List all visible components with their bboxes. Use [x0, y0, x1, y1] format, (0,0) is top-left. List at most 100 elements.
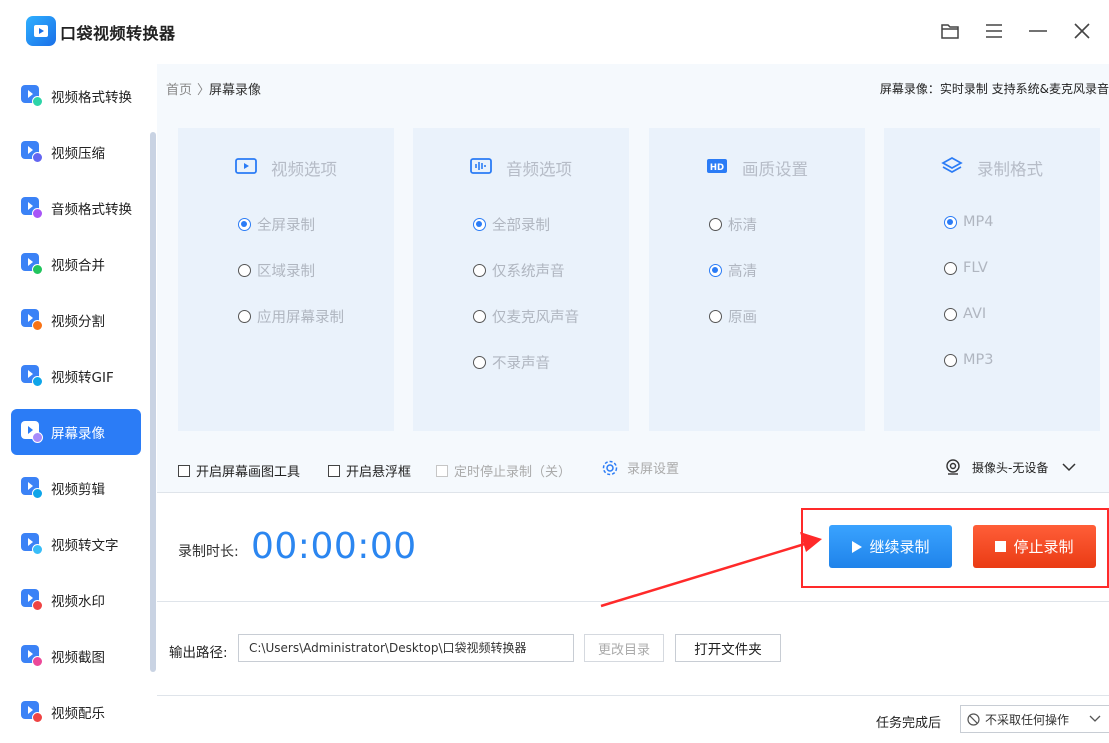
- audio-wave-icon: [470, 157, 492, 179]
- record-format-title: 录制格式: [977, 160, 1043, 179]
- sidebar-item[interactable]: 视频格式转换: [11, 73, 141, 119]
- sidebar-item[interactable]: 视频水印: [11, 577, 141, 623]
- sidebar-item-label: 屏幕录像: [51, 426, 105, 442]
- change-directory-button[interactable]: 更改目录: [584, 634, 664, 662]
- sidebar-item[interactable]: 视频分割: [11, 297, 141, 343]
- sidebar: 视频格式转换 视频压缩音频格式转换 视频合并视频分割视频转GIF 屏幕录像视频剪辑视频…: [0, 64, 157, 743]
- video-tool-icon: [21, 197, 43, 219]
- sidebar-item-label: 视频水印: [51, 594, 105, 610]
- video-option-radio[interactable]: 区域录制: [238, 260, 315, 281]
- duration-label: 录制时长:: [178, 544, 239, 560]
- webcam-icon: [944, 458, 962, 476]
- divider: [157, 601, 1109, 602]
- sidebar-item[interactable]: 视频配乐: [11, 689, 141, 735]
- sidebar-item[interactable]: 视频转GIF: [11, 353, 141, 399]
- video-tool-icon: [21, 253, 43, 275]
- chevron-down-icon: [1089, 715, 1101, 723]
- header-note: 屏幕录像：实时录制 支持系统&麦克风录音: [879, 82, 1109, 96]
- format-option-radio[interactable]: MP3: [944, 352, 993, 368]
- format-option-radio[interactable]: AVI: [944, 306, 986, 322]
- sidebar-item[interactable]: 视频截图: [11, 633, 141, 679]
- open-folder-button[interactable]: 打开文件夹: [675, 634, 781, 662]
- task-complete-select[interactable]: 不采取任何操作: [960, 705, 1109, 733]
- divider: [157, 695, 1109, 696]
- draw-tool-checkbox[interactable]: 开启屏幕画图工具: [178, 461, 300, 480]
- quality-option-radio[interactable]: 原画: [709, 306, 757, 327]
- record-toolbar: 开启屏幕画图工具 开启悬浮框 定时停止录制（关） 录屏设置 摄像头-无设备: [157, 448, 1109, 492]
- camera-select[interactable]: 摄像头-无设备: [944, 458, 1076, 476]
- video-options-title: 视频选项: [271, 160, 337, 179]
- gear-icon: [601, 459, 619, 477]
- sidebar-item-label: 视频转GIF: [51, 370, 114, 386]
- divider: [157, 492, 1109, 493]
- sidebar-item[interactable]: 屏幕录像: [11, 409, 141, 455]
- audio-option-radio[interactable]: 仅系统声音: [473, 260, 565, 281]
- minimize-icon[interactable]: [1025, 18, 1051, 44]
- audio-option-radio[interactable]: 不录声音: [473, 352, 550, 373]
- output-path-field[interactable]: C:\Users\Administrator\Desktop\口袋视频转换器: [238, 634, 574, 662]
- app-title: 口袋视频转换器: [60, 24, 176, 43]
- audio-options-title: 音频选项: [506, 160, 572, 179]
- quality-option-radio[interactable]: 高清: [709, 260, 757, 281]
- sidebar-item-label: 视频压缩: [51, 146, 105, 162]
- layers-icon: [941, 156, 963, 180]
- sidebar-item-label: 视频截图: [51, 650, 105, 666]
- sidebar-item-label: 视频剪辑: [51, 482, 105, 498]
- video-tool-icon: [21, 421, 43, 443]
- float-frame-checkbox[interactable]: 开启悬浮框: [328, 461, 411, 480]
- breadcrumb: 首页 〉 屏幕录像 屏幕录像：实时录制 支持系统&麦克风录音: [157, 64, 1109, 108]
- svg-text:HD: HD: [710, 163, 724, 173]
- format-option-radio[interactable]: FLV: [944, 260, 988, 276]
- sidebar-item-label: 视频分割: [51, 314, 105, 330]
- breadcrumb-current: 屏幕录像: [209, 83, 262, 98]
- chevron-down-icon: [1062, 462, 1076, 472]
- sidebar-item-label: 音频格式转换: [51, 202, 132, 218]
- no-action-icon: [967, 712, 980, 726]
- task-complete-label: 任务完成后: [876, 716, 942, 731]
- sidebar-item[interactable]: 音频格式转换: [11, 185, 141, 231]
- sidebar-item-label: 视频合并: [51, 258, 105, 274]
- video-tool-icon: [21, 309, 43, 331]
- format-option-radio[interactable]: MP4: [944, 214, 993, 230]
- title-bar: 口袋视频转换器: [0, 0, 1109, 64]
- video-tool-icon: [21, 533, 43, 555]
- close-icon[interactable]: [1069, 18, 1095, 44]
- quality-settings-card: HD 画质设置 标清高清原画: [649, 128, 865, 431]
- hd-icon: HD: [706, 157, 728, 179]
- breadcrumb-home[interactable]: 首页: [166, 79, 192, 98]
- audio-options-card: 音频选项 全部录制仅系统声音仅麦克风声音 不录声音: [413, 128, 629, 431]
- sidebar-item[interactable]: 视频剪辑: [11, 465, 141, 511]
- sidebar-item-label: 视频配乐: [51, 706, 105, 722]
- video-tool-icon: [21, 645, 43, 667]
- sidebar-scrollbar[interactable]: [150, 132, 156, 672]
- video-tool-icon: [21, 589, 43, 611]
- sidebar-item-label: 视频转文字: [51, 538, 119, 554]
- video-tool-icon: [21, 365, 43, 387]
- video-tool-icon: [21, 477, 43, 499]
- annotation-highlight-box: [801, 508, 1109, 588]
- video-option-radio[interactable]: 全屏录制: [238, 214, 315, 235]
- sidebar-item[interactable]: 视频压缩: [11, 129, 141, 175]
- timed-stop-checkbox[interactable]: 定时停止录制（关）: [436, 461, 571, 480]
- quality-settings-title: 画质设置: [742, 160, 808, 179]
- options-panel: 视频选项 全屏录制区域录制应用屏幕录制 音频选项 全部录制仅系统声音仅麦克风声音…: [157, 108, 1109, 493]
- app-logo-icon: [26, 16, 56, 46]
- play-box-icon: [235, 157, 257, 179]
- video-option-radio[interactable]: 应用屏幕录制: [238, 306, 344, 327]
- audio-option-radio[interactable]: 仅麦克风声音: [473, 306, 579, 327]
- record-settings-button[interactable]: 录屏设置: [601, 458, 679, 477]
- menu-icon[interactable]: [981, 18, 1007, 44]
- quality-option-radio[interactable]: 标清: [709, 214, 757, 235]
- audio-option-radio[interactable]: 全部录制: [473, 214, 550, 235]
- main-panel: 首页 〉 屏幕录像 屏幕录像：实时录制 支持系统&麦克风录音 视频选项 全屏录制…: [157, 64, 1109, 743]
- sidebar-item[interactable]: 视频合并: [11, 241, 141, 287]
- record-format-card: 录制格式 MP4 FLV AVI MP3: [884, 128, 1100, 431]
- folder-icon[interactable]: [937, 18, 963, 44]
- video-tool-icon: [21, 701, 43, 723]
- video-options-card: 视频选项 全屏录制区域录制应用屏幕录制: [178, 128, 394, 431]
- video-tool-icon: [21, 141, 43, 163]
- output-path-label: 输出路径:: [169, 645, 228, 661]
- duration-timer: 00:00:00: [251, 526, 417, 567]
- sidebar-item[interactable]: 视频转文字: [11, 521, 141, 567]
- sidebar-item-label: 视频格式转换: [51, 90, 132, 106]
